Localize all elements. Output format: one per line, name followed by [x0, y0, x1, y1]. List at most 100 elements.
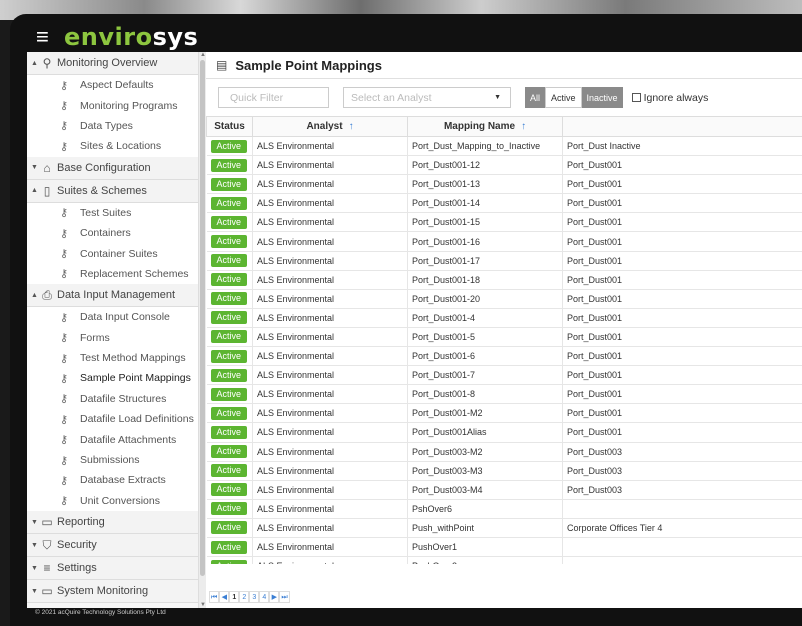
table-row[interactable]: Active ALS Environmental Port_Dust001-13 Po… — [206, 174, 802, 195]
sidebar-item-datafile-load-definitions[interactable]: ⚷ Datafile Load Definitions — [27, 409, 198, 430]
table-row[interactable]: Active ALS Environmental PshOver6 — [206, 499, 802, 519]
extra-cell: Port_Dust001 — [562, 327, 802, 348]
mapping-name-cell: Port_Dust001-7 — [407, 365, 563, 386]
analyst-cell: ALS Environmental — [252, 251, 408, 271]
sidebar-item-replacement-schemes[interactable]: ⚷ Replacement Schemes — [27, 263, 198, 285]
sidebar-section-data-input-management[interactable]: ▲ ⎙ Data Input Management — [27, 284, 198, 308]
sidebar-item-unit-conversions[interactable]: ⚷ Unit Conversions — [27, 490, 198, 512]
sidebar-item-test-suites[interactable]: ⚷ Test Suites — [27, 202, 198, 223]
col-header-analyst[interactable]: Analyst ↑ — [252, 116, 408, 137]
status-cell: Active — [206, 556, 253, 564]
table-row[interactable]: Active ALS Environmental Port_Dust001Alias… — [206, 422, 802, 443]
col-header-status[interactable]: Status — [206, 116, 253, 137]
pager-page-2[interactable]: 2 — [239, 591, 250, 603]
sidebar-item-container-suites[interactable]: ⚷ Container Suites — [27, 243, 198, 264]
status-badge: Active — [210, 406, 248, 420]
filter-all-button[interactable]: All — [525, 87, 546, 108]
sidebar-item-data-types[interactable]: ⚷ Data Types — [27, 115, 198, 137]
table-row[interactable]: Active ALS Environmental Port_Dust001-6 Por… — [206, 346, 802, 367]
sidebar-section-suites-schemes[interactable]: ▲ ▯ Suites & Schemes — [27, 179, 198, 203]
status-cell: Active — [206, 461, 253, 481]
filter-inactive-button[interactable]: Inactive — [581, 87, 623, 108]
caret-down-icon: ▼ — [31, 164, 38, 172]
table-row[interactable]: Active ALS Environmental Port_Dust003-M3 Po… — [206, 461, 802, 481]
sidebar-section-system-monitoring[interactable]: ▼ ▭ System Monitoring — [27, 580, 198, 604]
col-header-extra[interactable] — [562, 116, 802, 137]
table-row[interactable]: Active ALS Environmental Port_Dust001-14 Po… — [206, 193, 802, 214]
sort-arrow-icon[interactable]: ↑ — [521, 121, 526, 132]
sidebar-section-security[interactable]: ▼ ⛉ Security — [27, 534, 198, 558]
sidebar-item-containers[interactable]: ⚷ Containers — [27, 222, 198, 244]
status-badge: Active — [210, 139, 248, 153]
sidebar-item-sample-point-mappings[interactable]: ⚷ Sample Point Mappings — [27, 368, 198, 389]
analyst-select-placeholder: Select an Analyst — [351, 91, 432, 104]
analyst-select[interactable]: Select an Analyst ▼ — [343, 87, 511, 108]
table-row[interactable]: Active ALS Environmental Port_Dust001-15 Po… — [206, 212, 802, 233]
sidebar-item-database-extracts[interactable]: ⚷ Database Extracts — [27, 470, 198, 491]
table-row[interactable]: Active ALS Environmental Push_withPoint Cor… — [206, 518, 802, 538]
status-badge: Active — [210, 254, 248, 268]
sort-arrow-icon[interactable]: ↑ — [349, 121, 354, 132]
table-row[interactable]: Active ALS Environmental Port_Dust001-12 Po… — [206, 155, 802, 176]
mapping-name-cell: PushOver2 — [407, 556, 563, 564]
table-row[interactable]: Active ALS EnvironmentalPushOver2 — [206, 556, 802, 564]
status-cell: Active — [206, 384, 253, 405]
pager-page-3[interactable]: 3 — [249, 591, 260, 603]
analyst-cell: ALS Environmental — [252, 193, 408, 214]
sidebar-item-aspect-defaults[interactable]: ⚷ Aspect Defaults — [27, 75, 198, 96]
sidebar-item-test-method-mappings[interactable]: ⚷ Test Method Mappings — [27, 347, 198, 369]
sidebar-item-datafile-structures[interactable]: ⚷ Datafile Structures — [27, 388, 198, 410]
ignore-always-checkbox[interactable] — [631, 93, 641, 102]
key-icon: ⚷ — [60, 413, 69, 426]
pager-last-icon[interactable]: ⏭ — [279, 591, 290, 603]
table-row[interactable]: Active ALS Environmental Port_Dust003-M2 Po… — [206, 442, 802, 462]
sidebar-section-monitoring-overview[interactable]: ▲ ⚲ Monitoring Overview — [27, 52, 198, 75]
pager-page-4[interactable]: 4 — [259, 591, 270, 603]
filter-active-button[interactable]: Active — [545, 87, 582, 108]
table-row[interactable]: Active ALS Environmental PushOver1 — [206, 537, 802, 558]
sidebar-section-base-configuration[interactable]: ▼ ⌂ Base Configuration — [27, 156, 198, 180]
analyst-cell: ALS Environmental — [252, 346, 408, 367]
table-row[interactable]: Active ALS Environmental Port_Dust001-4 Por… — [206, 308, 802, 328]
sidebar-item-forms[interactable]: ⚷ Forms — [27, 327, 198, 348]
table-row[interactable]: Active ALS Environmental Port_Dust001-7 Por… — [206, 365, 802, 386]
pager-next-icon[interactable]: ▶ — [269, 591, 280, 603]
pager-prev-icon[interactable]: ◀ — [219, 591, 230, 603]
hamburger-icon[interactable]: ≡ — [36, 26, 60, 48]
status-badge: Active — [210, 425, 248, 439]
col-header-status-label: Status — [214, 121, 245, 132]
sidebar-item-datafile-attachments[interactable]: ⚷ Datafile Attachments — [27, 429, 198, 450]
pager-page-1[interactable]: 1 — [229, 591, 240, 603]
table-row[interactable]: Active ALS Environmental Port_Dust001-5 Por… — [206, 327, 802, 348]
table-row[interactable]: Active ALS Environmental Port_Dust001-20 Po… — [206, 289, 802, 309]
extra-cell: Port_Dust001 — [562, 174, 802, 195]
sidebar-scrollbar[interactable]: ▲ ▼ — [199, 52, 206, 608]
sidebar-item-label: Data Input Console — [80, 311, 170, 324]
table-row[interactable]: Active ALS Environmental Port_Dust_Mapping… — [206, 136, 802, 157]
col-header-mapping-name[interactable]: Mapping Name ↑ — [407, 116, 563, 137]
page-header: ▤ Sample Point Mappings — [206, 52, 802, 79]
quick-filter-input[interactable] — [218, 87, 329, 108]
sidebar-item-monitoring-programs[interactable]: ⚷ Monitoring Programs — [27, 95, 198, 116]
table-row[interactable]: Active ALS Environmental Port_Dust001-8 Por… — [206, 384, 802, 405]
sidebar-item-sites-locations[interactable]: ⚷ Sites & Locations — [27, 136, 198, 157]
extra-cell: Port_Dust001 — [562, 193, 802, 214]
sidebar-section-settings[interactable]: ▼ ≡ Settings — [27, 557, 198, 581]
sidebar-item-label: Aspect Defaults — [80, 79, 154, 92]
app-logo[interactable]: envirosys — [64, 23, 198, 51]
scrollbar-thumb[interactable] — [200, 60, 205, 576]
pager-first-icon[interactable]: ⏮ — [209, 591, 220, 603]
table-row[interactable]: Active ALS Environmental Port_Dust001-18 Po… — [206, 270, 802, 290]
sidebar-section-label: System Monitoring — [57, 585, 149, 598]
mapping-name-cell: Port_Dust001-18 — [407, 270, 563, 290]
table-row[interactable]: Active ALS Environmental Port_Dust003-M4 Po… — [206, 480, 802, 500]
key-icon: ⚷ — [60, 268, 69, 281]
table-row[interactable]: Active ALS Environmental Port_Dust001-M2 Po… — [206, 403, 802, 424]
sidebar-section-reporting[interactable]: ▼ ▭ Reporting — [27, 511, 198, 535]
sidebar-item-submissions[interactable]: ⚷ Submissions — [27, 449, 198, 471]
mappings-table: Status Analyst ↑ Mapping Name ↑ Active ALS … — [206, 116, 802, 564]
table-row[interactable]: Active ALS Environmental Port_Dust001-16 Po… — [206, 231, 802, 252]
ignore-always-toggle[interactable]: Ignore always — [631, 92, 708, 104]
sidebar-item-data-input-console[interactable]: ⚷ Data Input Console — [27, 307, 198, 328]
table-row[interactable]: Active ALS Environmental Port_Dust001-17 Po… — [206, 251, 802, 271]
